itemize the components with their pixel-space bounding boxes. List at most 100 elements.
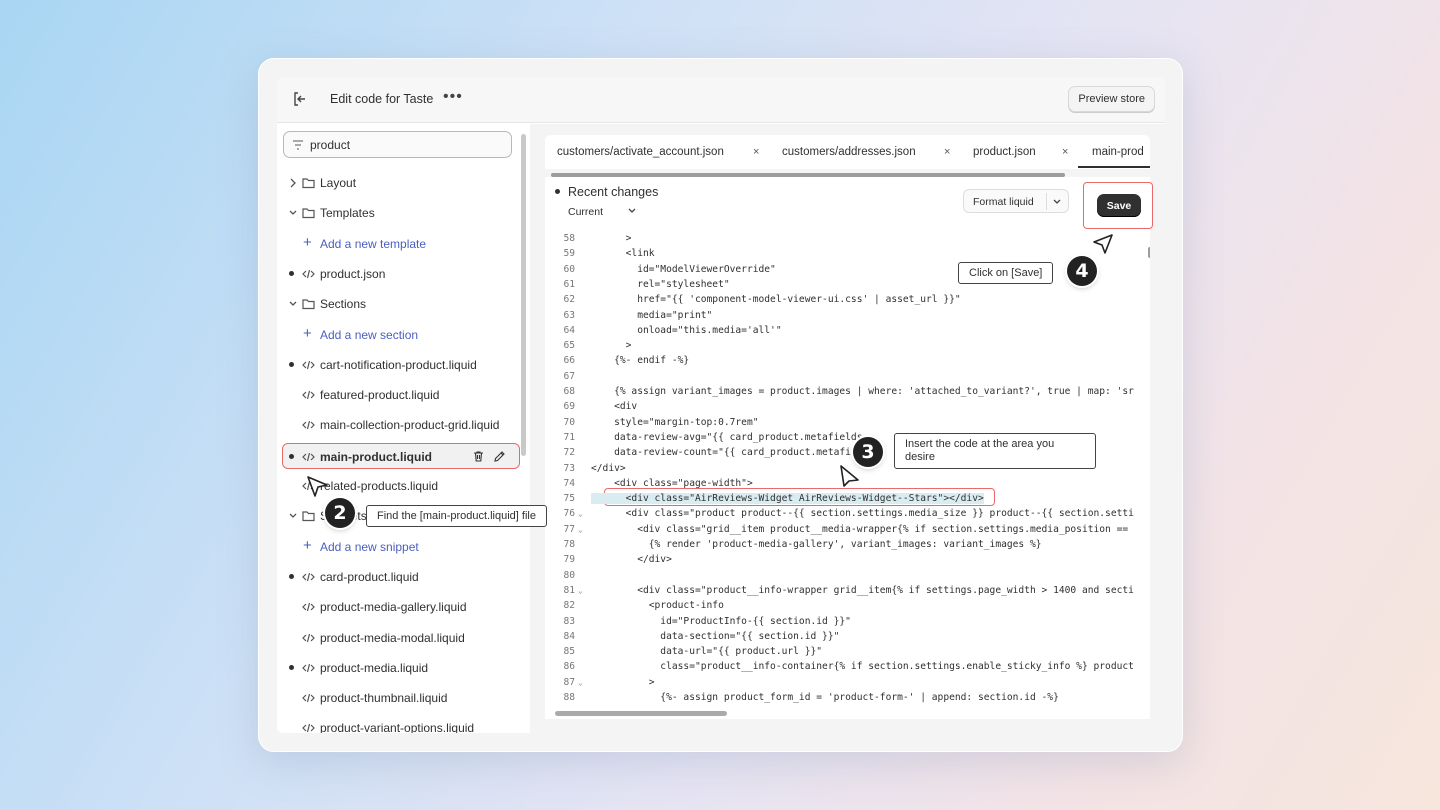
line-number: 65	[563, 340, 575, 352]
tree-item-label: Layout	[320, 176, 357, 190]
tree-item-label: product-thumbnail.liquid	[320, 691, 448, 706]
code-file-icon	[302, 452, 315, 461]
file-item[interactable]: main-collection-product-grid.liquid	[283, 412, 517, 438]
file-item[interactable]: product-media-gallery.liquid	[283, 594, 517, 620]
save-button[interactable]: Save	[1097, 194, 1141, 217]
unsaved-dot	[289, 270, 294, 276]
line-number: 75	[563, 493, 575, 505]
file-item[interactable]: product-variant-options.liquid	[283, 715, 517, 733]
code-editor-app: Edit code for Taste ••• Preview store La…	[277, 77, 1165, 733]
plus-icon: +	[303, 324, 312, 342]
tree-item-label: product-variant-options.liquid	[320, 721, 475, 733]
file-item[interactable]: product.json	[283, 261, 517, 287]
tab-activate-account[interactable]: customers/activate_account.json	[557, 146, 724, 158]
code-line: <div	[591, 401, 638, 413]
folder-item[interactable]: Sections	[283, 291, 517, 317]
code-line: >	[591, 233, 632, 244]
sidebar-scrollbar[interactable]	[521, 134, 526, 456]
line-number: 63	[563, 309, 575, 321]
folder-item[interactable]: Layout	[283, 170, 517, 196]
code-line: <div class="AirReviews-Widget AirReviews…	[591, 493, 984, 505]
tree-item-label: Add a new snippet	[320, 539, 419, 554]
code-file-icon	[302, 269, 315, 279]
file-item[interactable]: featured-product.liquid	[283, 382, 517, 408]
preview-store-button[interactable]: Preview store	[1068, 86, 1155, 112]
tree-item-label: featured-product.liquid	[320, 388, 440, 403]
folder-icon	[302, 208, 315, 219]
line-number: 76	[563, 508, 575, 520]
code-vertical-scrollbar[interactable]	[1148, 247, 1150, 258]
file-item[interactable]: product-media.liquid	[283, 655, 517, 681]
code-line: <div class="page-width">	[591, 477, 753, 489]
code-line: data-review-avg="{{ card_product.metafie…	[591, 431, 863, 443]
file-item[interactable]: main-product.liquid	[282, 442, 520, 469]
chevron-right-icon[interactable]	[289, 178, 297, 188]
line-number: 85	[563, 646, 575, 658]
add-item-link[interactable]: + Add a new template	[283, 231, 517, 257]
code-file-icon	[302, 724, 315, 733]
close-icon[interactable]: ×	[1062, 146, 1068, 158]
step2-number: 2	[325, 498, 355, 528]
file-item[interactable]: product-media-modal.liquid	[283, 625, 517, 651]
code-line: </div>	[591, 554, 672, 566]
chevron-down-icon[interactable]	[289, 208, 297, 218]
code-line: {%- assign product_form_id = 'product-fo…	[591, 692, 1059, 703]
tab-main-product[interactable]: main-prod	[1092, 146, 1144, 158]
search-input[interactable]	[310, 136, 505, 154]
step4-callout: Click on [Save]	[958, 262, 1054, 284]
close-icon[interactable]: ×	[753, 146, 759, 158]
line-number: 68	[563, 386, 575, 397]
code-line: <link	[591, 248, 655, 260]
code-file-icon	[302, 603, 315, 612]
line-number: 59	[563, 248, 575, 260]
file-item[interactable]: product-thumbnail.liquid	[283, 685, 517, 711]
exit-icon[interactable]	[291, 90, 309, 108]
code-line: id="ProductInfo-{{ section.id }}"	[591, 615, 851, 627]
tree-item-label: cart-notification-product.liquid	[320, 357, 477, 372]
add-item-link[interactable]: + Add a new snippet	[283, 534, 517, 560]
fold-chevron-icon[interactable]: ⌄	[578, 525, 583, 534]
folder-item[interactable]: Templates	[283, 200, 517, 226]
line-number: 73	[563, 462, 575, 474]
code-line: data-url="{{ product.url }}"	[591, 646, 823, 658]
code-line: media="print"	[591, 309, 713, 321]
chevron-down-icon[interactable]	[628, 208, 636, 214]
format-liquid-button[interactable]: Format liquid	[963, 189, 1069, 213]
fold-chevron-icon[interactable]: ⌄	[578, 509, 583, 518]
line-number: 67	[563, 370, 575, 382]
file-item[interactable]: card-product.liquid	[283, 564, 517, 590]
filter-icon	[293, 140, 303, 150]
delete-icon[interactable]	[472, 450, 485, 463]
line-number: 61	[563, 278, 575, 290]
tab-product-json[interactable]: product.json	[973, 146, 1036, 158]
code-horizontal-scrollbar[interactable]	[555, 711, 727, 716]
tab-addresses[interactable]: customers/addresses.json	[782, 146, 916, 158]
unsaved-dot	[289, 361, 294, 367]
file-item[interactable]: cart-notification-product.liquid	[283, 352, 517, 378]
code-line: data-section="{{ section.id }}"	[591, 630, 840, 642]
code-file-icon	[302, 421, 315, 430]
code-line: <div class="product__info-wrapper grid__…	[591, 584, 1134, 596]
line-number: 83	[563, 615, 575, 627]
more-options-icon[interactable]: •••	[443, 88, 463, 106]
tree-item-label: Templates	[320, 206, 375, 221]
step2-callout: Find the [main-product.liquid] file	[366, 505, 547, 527]
tree-item-label: Sections	[320, 297, 367, 312]
line-number: 64	[563, 324, 575, 336]
chevron-down-icon[interactable]	[289, 511, 297, 521]
line-number: 77	[563, 523, 575, 535]
edit-icon[interactable]	[493, 450, 506, 463]
format-liquid-label: Format liquid	[973, 196, 1034, 208]
version-select[interactable]: Current	[568, 206, 603, 218]
chevron-down-icon[interactable]	[1053, 199, 1061, 205]
folder-icon	[302, 178, 315, 189]
fold-chevron-icon[interactable]: ⌄	[578, 678, 583, 687]
tree-item-label: Add a new template	[320, 236, 427, 251]
chevron-down-icon[interactable]	[289, 299, 297, 309]
fold-chevron-icon[interactable]: ⌄	[578, 586, 583, 595]
file-search[interactable]	[283, 131, 512, 158]
close-icon[interactable]: ×	[944, 146, 950, 158]
tree-item-label: main-product.liquid	[320, 449, 432, 464]
add-item-link[interactable]: + Add a new section	[283, 322, 517, 348]
step2-badge: 2	[325, 498, 355, 528]
